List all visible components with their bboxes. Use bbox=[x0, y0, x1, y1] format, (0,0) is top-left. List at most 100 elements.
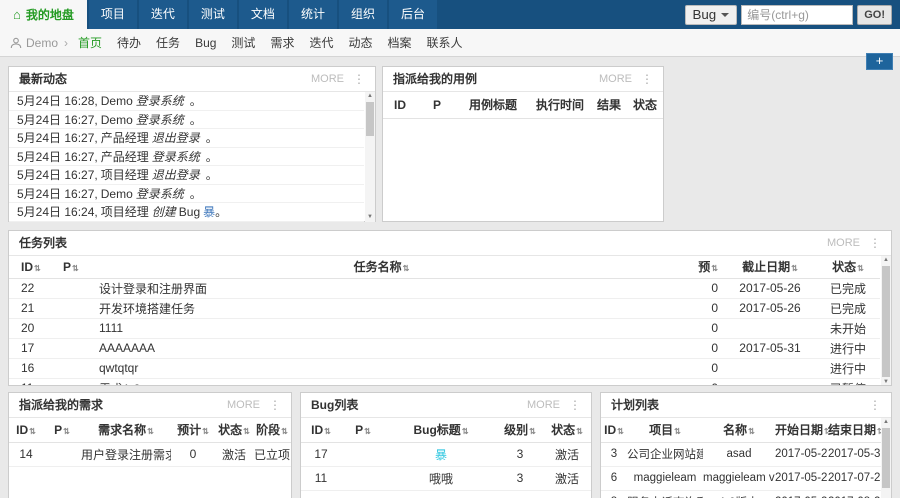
scroll-up-icon[interactable]: ▲ bbox=[365, 92, 375, 101]
nav-tab[interactable]: 组织 bbox=[339, 0, 387, 29]
panel-menu-icon[interactable]: ⋮ bbox=[869, 393, 881, 417]
nav-tab[interactable]: 测试 bbox=[189, 0, 237, 29]
my-cases-panel: 指派给我的用例 MORE ⋮ ID P 用例标题 执行时间 结果 状态 bbox=[382, 66, 664, 222]
sort-icon: ⇅ bbox=[576, 427, 583, 436]
subnav-link[interactable]: 迭代 bbox=[309, 34, 333, 51]
panel-menu-icon[interactable]: ⋮ bbox=[569, 393, 581, 417]
scrollbar[interactable]: ▲ ▼ bbox=[881, 256, 891, 386]
sort-icon: ⇅ bbox=[674, 427, 681, 436]
table-row[interactable]: 3 公司企业网站建设 asad 2017-05-25 2017-05-31 bbox=[601, 442, 881, 466]
column-header[interactable]: 需求名称⇅ bbox=[81, 418, 171, 442]
table-row[interactable]: 22 设计登录和注册界面 0 2017-05-26 已完成 bbox=[9, 278, 880, 298]
column-header[interactable]: 截止日期⇅ bbox=[724, 256, 816, 278]
column-header[interactable]: 结果 bbox=[591, 92, 627, 118]
column-header[interactable]: 任务名称⇅ bbox=[87, 256, 676, 278]
column-header[interactable]: ID⇅ bbox=[601, 418, 627, 442]
column-header[interactable]: 结束日期⇅ bbox=[828, 418, 881, 442]
news-item: 5月24日 16:27,项目经理退出登录。 bbox=[9, 166, 364, 185]
scroll-up-icon[interactable]: ▲ bbox=[881, 256, 891, 265]
table-row[interactable]: 14 用户登录注册需求 0 激活 已立项 bbox=[9, 442, 291, 466]
column-header[interactable]: P⇅ bbox=[51, 256, 87, 278]
news-item: 5月24日 16:27,产品经理退出登录。 bbox=[9, 129, 364, 148]
subnav-link[interactable]: 动态 bbox=[348, 34, 372, 51]
search-module-dropdown[interactable]: Bug bbox=[685, 5, 738, 25]
add-button[interactable]: + bbox=[866, 53, 893, 70]
more-link[interactable]: MORE bbox=[827, 231, 860, 255]
column-header[interactable]: ID⇅ bbox=[301, 418, 341, 442]
column-header[interactable]: 预计⇅ bbox=[171, 418, 215, 442]
table-row[interactable]: 21 开发环境搭建任务 0 2017-05-26 已完成 bbox=[9, 298, 880, 318]
scroll-up-icon[interactable]: ▲ bbox=[881, 418, 891, 427]
more-link[interactable]: MORE bbox=[311, 67, 344, 91]
column-header[interactable]: 开始日期⇅ bbox=[775, 418, 828, 442]
table-row[interactable]: 6 maggieleam maggieleam v1.0 2017-05-25 … bbox=[601, 466, 881, 490]
nav-tab[interactable]: 项目 bbox=[89, 0, 137, 29]
column-header[interactable]: Bug标题⇅ bbox=[385, 418, 497, 442]
scrollbar-thumb[interactable] bbox=[882, 266, 890, 377]
scrollbar-thumb[interactable] bbox=[882, 428, 890, 488]
column-header[interactable]: 用例标题 bbox=[457, 92, 529, 118]
more-link[interactable]: MORE bbox=[527, 393, 560, 417]
breadcrumb-user[interactable]: Demo bbox=[26, 36, 58, 50]
column-header[interactable]: 预⇅ bbox=[676, 256, 724, 278]
column-header[interactable]: ID⇅ bbox=[9, 418, 43, 442]
scrollbar[interactable]: ▲ ▼ bbox=[365, 92, 375, 222]
scroll-down-icon[interactable]: ▼ bbox=[881, 378, 891, 386]
column-header[interactable]: 状态⇅ bbox=[816, 256, 880, 278]
table-row[interactable]: 8 服务电话查询系统 1.0版本 2017-05-25 2017-08-25 bbox=[601, 490, 881, 498]
sort-icon: ⇅ bbox=[748, 427, 755, 436]
nav-tab[interactable]: 后台 bbox=[389, 0, 437, 29]
sort-icon: ⇅ bbox=[403, 264, 410, 273]
column-header[interactable]: 状态 bbox=[627, 92, 663, 118]
more-link[interactable]: MORE bbox=[599, 67, 632, 91]
panel-menu-icon[interactable]: ⋮ bbox=[353, 67, 365, 91]
table-row[interactable]: 17 AAAAAAA 0 2017-05-31 进行中 bbox=[9, 338, 880, 358]
sort-icon: ⇅ bbox=[281, 427, 288, 436]
column-header[interactable]: 阶段⇅ bbox=[253, 418, 291, 442]
table-row[interactable]: 11 需求1-2 0 已暂停 bbox=[9, 378, 880, 386]
news-list: 5月24日 16:28,Demo登录系统。 5月24日 16:27,Demo登录… bbox=[9, 92, 375, 222]
column-header[interactable]: 执行时间 bbox=[529, 92, 591, 118]
panel-menu-icon[interactable]: ⋮ bbox=[269, 393, 281, 417]
subnav-link[interactable]: Bug bbox=[195, 36, 216, 50]
column-header[interactable]: ID⇅ bbox=[9, 256, 51, 278]
column-header[interactable]: 名称⇅ bbox=[703, 418, 775, 442]
subnav-link[interactable]: 档案 bbox=[387, 34, 411, 51]
scrollbar[interactable]: ▲ bbox=[881, 418, 891, 498]
subnav-link[interactable]: 联系人 bbox=[427, 34, 463, 51]
sort-icon: ⇅ bbox=[711, 264, 718, 273]
go-button[interactable]: GO! bbox=[857, 5, 892, 25]
news-object-link[interactable]: 暴 bbox=[203, 205, 215, 219]
scrollbar-thumb[interactable] bbox=[366, 102, 374, 136]
column-header[interactable]: P⇅ bbox=[43, 418, 81, 442]
panel-menu-icon[interactable]: ⋮ bbox=[641, 67, 653, 91]
nav-tab[interactable]: 文档 bbox=[239, 0, 287, 29]
table-row[interactable]: 16 qwtqtqr 0 进行中 bbox=[9, 358, 880, 378]
panel-menu-icon[interactable]: ⋮ bbox=[869, 231, 881, 255]
column-header[interactable]: ID bbox=[383, 92, 417, 118]
subnav-link[interactable]: 测试 bbox=[231, 34, 255, 51]
table-row[interactable]: 20 1111 0 未开始 bbox=[9, 318, 880, 338]
bug-list-panel: Bug列表 MORE ⋮ ID⇅ P⇅ Bug标题⇅ 级别⇅ 状态⇅ 17 bbox=[300, 392, 592, 498]
column-header[interactable]: 级别⇅ bbox=[497, 418, 543, 442]
subnav-link[interactable]: 任务 bbox=[156, 34, 180, 51]
table-row[interactable]: 17 暴 3 激活 bbox=[301, 442, 591, 466]
nav-tab[interactable]: 迭代 bbox=[139, 0, 187, 29]
user-icon bbox=[10, 37, 22, 49]
column-header[interactable]: 状态⇅ bbox=[215, 418, 253, 442]
more-link[interactable]: MORE bbox=[227, 393, 260, 417]
tab-my-dashboard[interactable]: ⌂ 我的地盘 bbox=[0, 0, 87, 29]
sort-icon: ⇅ bbox=[857, 264, 864, 273]
column-header[interactable]: 项目⇅ bbox=[627, 418, 703, 442]
scroll-down-icon[interactable]: ▼ bbox=[365, 213, 375, 222]
column-header[interactable]: 状态⇅ bbox=[543, 418, 591, 442]
column-header[interactable]: P⇅ bbox=[341, 418, 385, 442]
table-row[interactable]: 11 哦哦 3 激活 bbox=[301, 466, 591, 490]
subnav-link[interactable]: 待办 bbox=[117, 34, 141, 51]
column-header[interactable]: P bbox=[417, 92, 457, 118]
bug-title-link[interactable]: 暴 bbox=[385, 442, 497, 466]
search-input[interactable] bbox=[741, 5, 853, 25]
nav-tab[interactable]: 统计 bbox=[289, 0, 337, 29]
subnav-link[interactable]: 需求 bbox=[270, 34, 294, 51]
subnav-link[interactable]: 首页 bbox=[78, 34, 102, 51]
